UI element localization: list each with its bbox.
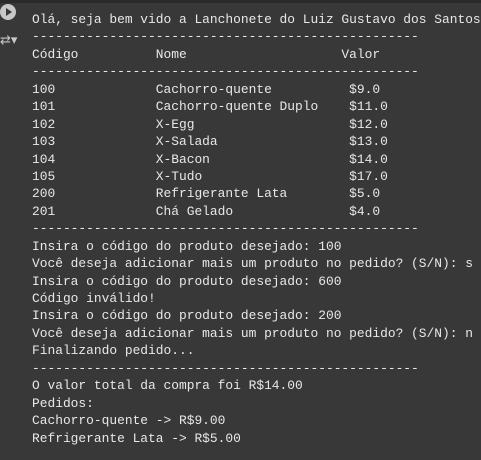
cell-gutter: ⇄▾ [0, 0, 26, 460]
output-line: Finalizando pedido... [32, 343, 195, 359]
cell-top-border [0, 0, 481, 3]
output-line: 101 Cachorro-quente Duplo $11.0 [32, 99, 388, 115]
output-line: 103 X-Salada $13.0 [32, 134, 388, 150]
output-line: ----------------------------------------… [32, 360, 419, 376]
output-toggle-icon[interactable]: ⇄▾ [0, 34, 18, 48]
output-line: Olá, seja bem vido a Lanchonete do Luiz … [32, 12, 481, 27]
output-line: Você deseja adicionar mais um produto no… [32, 256, 473, 272]
output-line: Código Nome Valor [32, 46, 381, 62]
output-line: Código inválido! [32, 291, 156, 306]
output-line: ----------------------------------------… [32, 29, 419, 45]
output-line: O valor total da compra foi R$14.00 [32, 378, 303, 394]
output-line: Refrigerante Lata -> R$5.00 [32, 430, 241, 446]
output-line: 105 X-Tudo $17.0 [32, 168, 388, 184]
output-line: Cachorro-quente -> R$9.00 [32, 413, 226, 429]
output-line: ----------------------------------------… [32, 221, 419, 237]
output-line: 104 X-Bacon $14.0 [32, 151, 388, 167]
cell-output: Olá, seja bem vido a Lanchonete do Luiz … [32, 11, 481, 447]
output-line: Insira o código do produto desejado: 200 [32, 308, 342, 324]
run-cell-button[interactable] [0, 4, 16, 20]
output-line: Você deseja adicionar mais um produto no… [32, 325, 473, 341]
output-line: 102 X-Egg $12.0 [32, 116, 388, 132]
output-line: 200 Refrigerante Lata $5.0 [32, 186, 381, 202]
output-line: ----------------------------------------… [32, 64, 419, 80]
output-line: Insira o código do produto desejado: 100 [32, 238, 342, 254]
output-line: Pedidos: [32, 395, 94, 411]
output-line: Insira o código do produto desejado: 600 [32, 273, 342, 289]
output-line: 100 Cachorro-quente $9.0 [32, 81, 381, 97]
output-line: 201 Chá Gelado $4.0 [32, 203, 381, 219]
